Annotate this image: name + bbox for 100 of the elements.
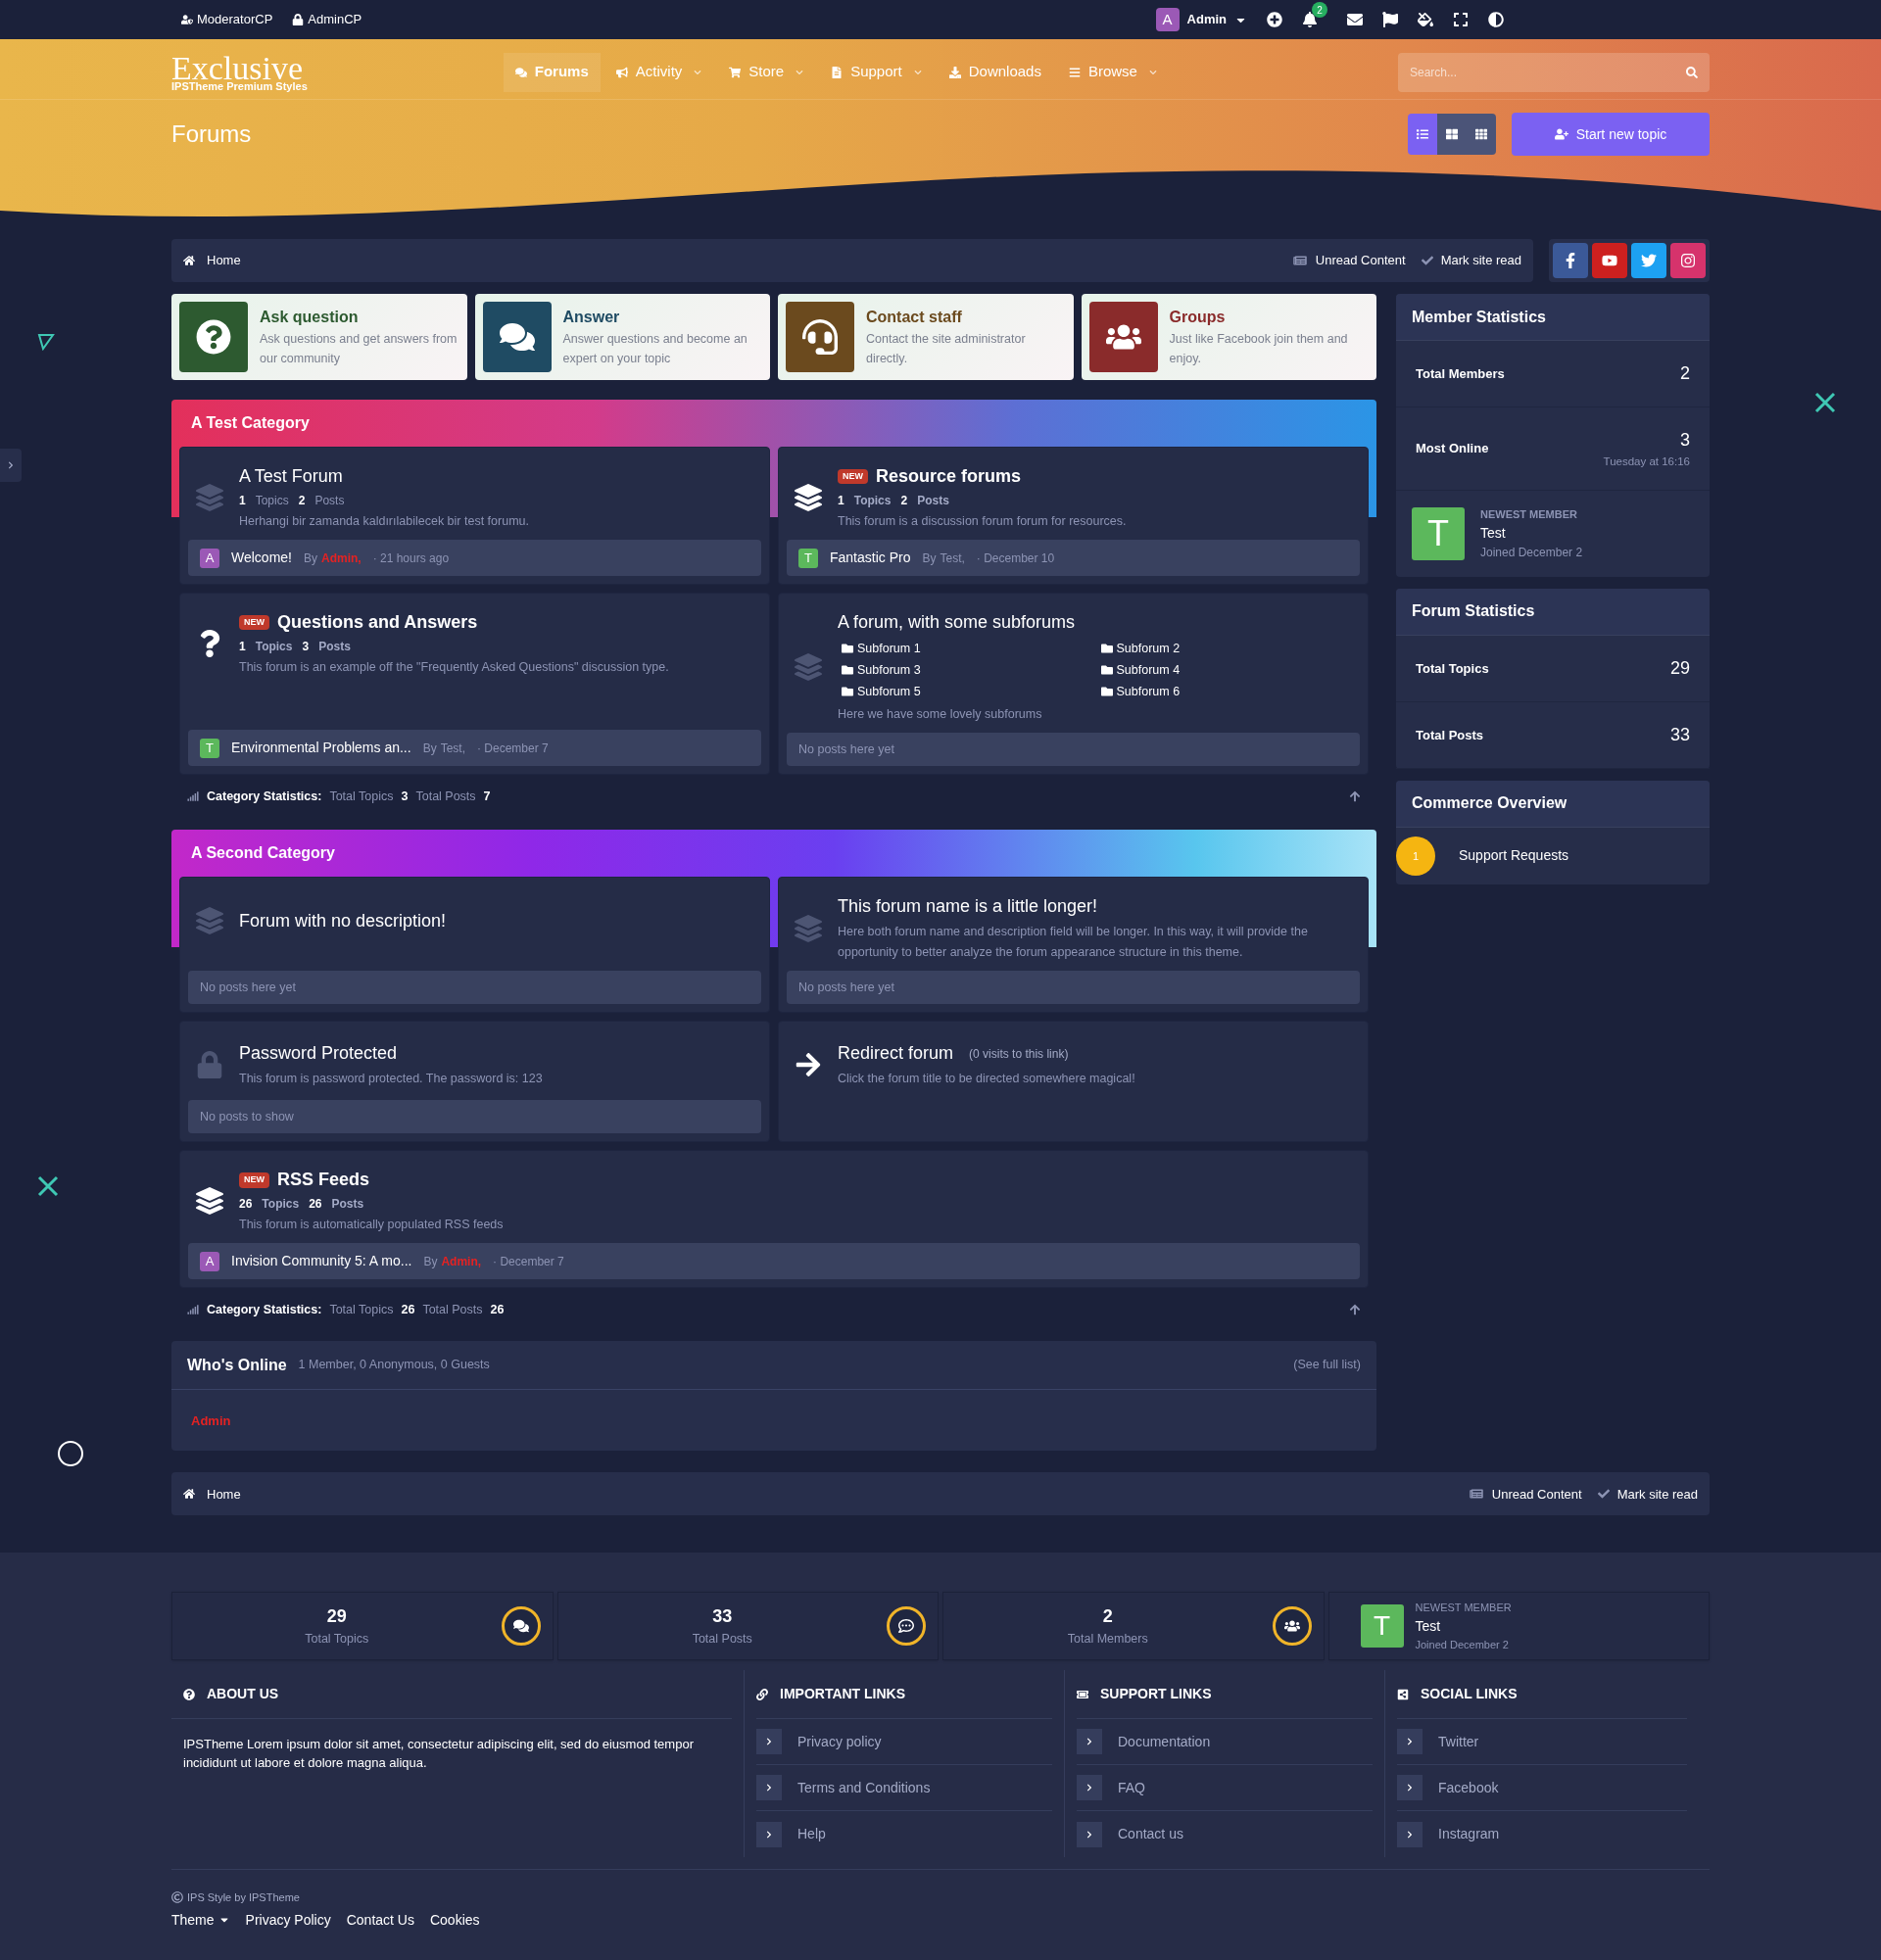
new-badge: NEW: [239, 614, 269, 631]
twitter-button[interactable]: [1631, 243, 1666, 278]
collapse-icon[interactable]: [1349, 790, 1361, 803]
chevron-icon: [1397, 1821, 1423, 1847]
feature-description: Answer questions and become an expert on your topic: [562, 331, 748, 367]
newest-label: NEWEST MEMBER: [1415, 1601, 1512, 1615]
unread-content-link[interactable]: Unread Content: [1291, 251, 1406, 270]
unread-content-link[interactable]: Unread Content: [1468, 1484, 1582, 1504]
footer-bottom-link[interactable]: Contact Us: [346, 1909, 414, 1931]
footer-link[interactable]: Terms and Conditions: [756, 1765, 1052, 1811]
cross-decoration: [1814, 392, 1836, 413]
topic-link[interactable]: Environmental Problems an...: [231, 738, 411, 759]
footer-bottom-link[interactable]: Theme: [171, 1909, 230, 1931]
subforum-link[interactable]: Subforum 3: [842, 660, 1101, 680]
topic-link[interactable]: Welcome!: [231, 548, 292, 568]
footer-link[interactable]: FAQ: [1077, 1765, 1373, 1811]
facebook-button[interactable]: [1553, 243, 1588, 278]
contrast-icon[interactable]: [1488, 12, 1504, 27]
messages-icon[interactable]: [1347, 12, 1363, 27]
list-icon: [1068, 66, 1081, 78]
ticket-icon: [1077, 1688, 1088, 1700]
collapse-icon[interactable]: [1349, 1304, 1361, 1316]
admin-link[interactable]: AdminCP: [292, 10, 362, 29]
footer-link[interactable]: Twitter: [1397, 1719, 1687, 1765]
subforum-link[interactable]: Subforum 2: [1100, 640, 1360, 658]
folder-icon: [1100, 664, 1113, 677]
subforum-link[interactable]: Subforum 4: [1100, 660, 1360, 680]
flag-icon[interactable]: [1382, 12, 1398, 27]
mark-read-link[interactable]: Mark site read: [1597, 1484, 1698, 1504]
cross-decoration: [37, 1175, 59, 1197]
home-link[interactable]: Home: [207, 251, 241, 270]
forum-title[interactable]: A Test Forum: [239, 463, 343, 490]
topic-link[interactable]: Fantastic Pro: [830, 548, 911, 568]
start-topic-button[interactable]: Start new topic: [1512, 113, 1710, 156]
forum-title[interactable]: Forum with no description!: [239, 907, 447, 934]
stat-value: 2: [1680, 362, 1690, 385]
footer-link[interactable]: Instagram: [1397, 1811, 1687, 1857]
stats-topics-value: 26: [401, 1301, 415, 1318]
see-full-list-link[interactable]: (See full list): [1293, 1356, 1361, 1375]
feature-card[interactable]: Groups Just like Facebook join them and enjoy.: [1081, 294, 1376, 380]
instagram-button[interactable]: [1670, 243, 1706, 278]
forum-title[interactable]: This forum name is a little longer!: [838, 893, 1098, 921]
stats-label: Category Statistics:: [207, 1301, 322, 1318]
post-time: · December 10: [976, 550, 1055, 567]
footer-bottom-link[interactable]: Cookies: [429, 1909, 480, 1931]
stat-number: 33: [711, 1605, 734, 1629]
feature-card[interactable]: Ask question Ask questions and get answers from our community: [171, 294, 467, 380]
topic-link[interactable]: Invision Community 5: A mo...: [231, 1251, 412, 1272]
home-icon: [183, 255, 195, 266]
footer-link[interactable]: Contact us: [1077, 1811, 1373, 1857]
create-icon[interactable]: [1267, 12, 1282, 27]
mark-read-link[interactable]: Mark site read: [1421, 251, 1521, 270]
notification-badge: 2: [1312, 2, 1327, 18]
triangle-decoration: [37, 333, 55, 351]
forum-title[interactable]: Questions and Answers: [277, 609, 478, 636]
list-icon: [1417, 128, 1428, 140]
feature-description: Contact the site administrator directly.: [866, 331, 1027, 367]
feature-card[interactable]: Answer Answer questions and become an expert on your topic: [474, 294, 770, 380]
subforum-link[interactable]: Subforum 1: [842, 640, 1101, 658]
category-title[interactable]: A Test Category: [191, 411, 310, 435]
forum-title[interactable]: RSS Feeds: [277, 1167, 370, 1194]
view-toggle[interactable]: [1467, 114, 1496, 155]
youtube-icon: [1602, 253, 1617, 268]
user-avatar: A: [1155, 8, 1180, 31]
member-name[interactable]: Test: [1415, 1615, 1512, 1637]
shield-user-icon: [181, 14, 193, 25]
view-toggle[interactable]: [1437, 114, 1467, 155]
stat-caption: Total Members: [1066, 1631, 1149, 1649]
support-requests-link[interactable]: Support Requests: [1459, 845, 1569, 867]
footer-bottom-link[interactable]: Privacy Policy: [245, 1909, 331, 1931]
forum-description: This forum is a discussion forum forum for resources.: [838, 513, 1128, 530]
forum-title[interactable]: Resource forums: [876, 463, 1022, 490]
subforum-link[interactable]: Subforum 6: [1100, 682, 1360, 701]
footer-heading: IMPORTANT LINKS: [780, 1685, 906, 1703]
category-title[interactable]: A Second Category: [191, 841, 335, 866]
user-menu[interactable]: A Admin: [1155, 8, 1247, 31]
footer-link[interactable]: Facebook: [1397, 1765, 1687, 1811]
footer-link[interactable]: Documentation: [1077, 1719, 1373, 1765]
forum-title[interactable]: A forum, with some subforums: [838, 609, 1076, 636]
stat-caption: Total Posts: [691, 1631, 753, 1649]
link-icon: [756, 1688, 768, 1700]
paint-bucket-icon[interactable]: [1418, 12, 1433, 27]
fullscreen-icon[interactable]: [1453, 12, 1469, 27]
moderator-link[interactable]: ModeratorCP: [181, 10, 273, 29]
footer-heading: ABOUT US: [207, 1685, 279, 1703]
new-badge: NEW: [239, 1172, 269, 1188]
instagram-icon: [1680, 253, 1696, 268]
footer-link[interactable]: Help: [756, 1811, 1052, 1857]
feature-card[interactable]: Contact staff Contact the site administrator directly.: [778, 294, 1074, 380]
stats-topics-label: Total Topics: [329, 1301, 394, 1318]
member-name[interactable]: Test: [1480, 522, 1583, 544]
stat-label: Most Online: [1416, 440, 1489, 458]
youtube-button[interactable]: [1592, 243, 1627, 278]
subforum-link[interactable]: Subforum 5: [842, 682, 1101, 701]
side-panel-toggle[interactable]: [0, 449, 22, 482]
forum-title[interactable]: Password Protected: [239, 1040, 398, 1068]
forum-title[interactable]: Redirect forum: [838, 1040, 954, 1068]
footer-link[interactable]: Privacy policy: [756, 1719, 1052, 1765]
view-toggle[interactable]: [1408, 114, 1437, 155]
home-link[interactable]: Home: [207, 1484, 241, 1504]
